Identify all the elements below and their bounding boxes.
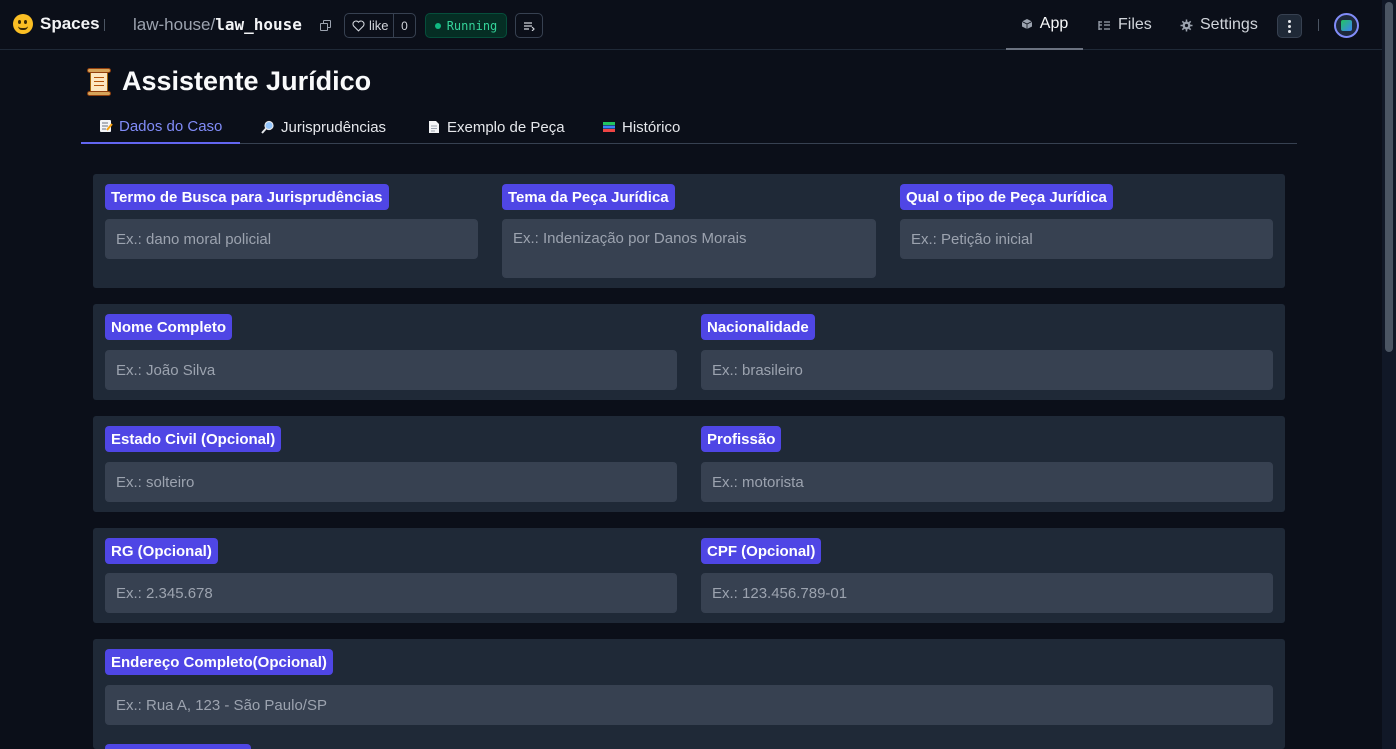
tab-exemplo-de-peca-label: Exemplo de Peça [447,118,565,136]
app-tabs: Dados do Caso Jurisprudências Exemplo de… [81,110,1297,144]
form-row-identity: Nome Completo Nacionalidade [93,304,1285,400]
profissao-label: Profissão [701,426,782,452]
profissao-input[interactable] [701,462,1273,502]
scroll-icon [86,67,112,96]
endereco-input[interactable] [105,685,1273,725]
form-row-case-topic: Termo de Busca para Jurisprudências Tema… [93,174,1285,288]
cube-icon [1021,19,1032,29]
hugging-face-logo-icon [13,14,33,34]
user-avatar[interactable] [1334,13,1359,38]
estado-civil-label: Estado Civil (Opcional) [105,426,282,452]
rg-input[interactable] [105,573,677,613]
status-dot-icon [434,22,441,29]
tema-peca-textarea[interactable] [502,219,876,278]
rg-label: RG (Opcional) [105,538,218,564]
tab-jurisprudencias[interactable]: Jurisprudências [243,110,404,144]
tab-files-label: Files [1118,16,1152,33]
tema-peca-label: Tema da Peça Jurídica [502,184,675,210]
nome-input[interactable] [105,350,677,390]
scrollbar-thumb[interactable] [1385,2,1393,352]
brand-label: Spaces [40,14,100,33]
tab-exemplo-de-peca[interactable]: Exemplo de Peça [409,110,583,144]
page-title: Assistente Jurídico [122,66,372,96]
cpf-label: CPF (Opcional) [701,538,822,564]
tab-historico-label: Histórico [622,118,681,136]
form-row-civil-status: Estado Civil (Opcional) Profissão [93,416,1285,512]
divider [1318,19,1319,31]
spaces-home-link[interactable]: Spaces [13,14,100,34]
tipo-peca-input[interactable] [900,219,1273,259]
magnifier-icon [261,120,274,134]
endereco-label: Endereço Completo(Opcional) [105,649,333,675]
heart-icon [352,19,365,32]
tab-dados-do-caso-label: Dados do Caso [119,117,223,135]
tab-app-label: App [1039,15,1069,32]
copy-icon[interactable] [320,20,331,31]
tab-settings-label: Settings [1200,16,1258,33]
form-row-documents: RG (Opcional) CPF (Opcional) [93,528,1285,623]
estado-civil-input[interactable] [105,462,677,502]
cpf-input[interactable] [701,573,1273,613]
tab-app[interactable]: App [1006,0,1083,50]
termo-busca-label: Termo de Busca para Jurisprudências [105,184,389,210]
nome-label: Nome Completo [105,314,233,340]
app-header: Assistente Jurídico [86,66,371,97]
nacionalidade-input[interactable] [701,350,1273,390]
gear-icon [1180,19,1193,31]
tab-dados-do-caso[interactable]: Dados do Caso [81,110,241,144]
tab-settings[interactable]: Settings [1180,0,1258,50]
tipo-peca-label: Qual o tipo de Peça Jurídica [900,184,1113,210]
memo-icon [100,120,113,132]
top-navigation-bar: Spaces law-house/ law_house like 0 Runni… [0,0,1382,50]
books-icon [603,122,615,132]
page-icon [429,121,439,133]
tab-jurisprudencias-label: Jurisprudências [281,118,387,136]
next-field-label-partial [105,744,251,749]
termo-busca-input[interactable] [105,219,478,259]
status-badge[interactable]: Running [425,13,507,38]
logs-icon [524,21,535,31]
like-count: 0 [393,14,415,37]
tab-files[interactable]: Files [1098,0,1152,50]
tab-historico[interactable]: Histórico [584,110,698,144]
divider [104,19,105,31]
repo-breadcrumb: law-house/ law_house [133,15,302,35]
repo-name-link[interactable]: law_house [215,15,302,34]
like-label: like [369,18,389,33]
more-options-button[interactable] [1277,14,1302,38]
nacionalidade-label: Nacionalidade [701,314,815,340]
repo-owner-link[interactable]: law-house/ [133,15,215,35]
like-button[interactable]: like 0 [344,13,416,38]
logs-button[interactable] [515,13,543,38]
status-label: Running [446,18,498,33]
files-icon [1098,20,1110,30]
form-row-address: Endereço Completo(Opcional) [93,639,1285,749]
